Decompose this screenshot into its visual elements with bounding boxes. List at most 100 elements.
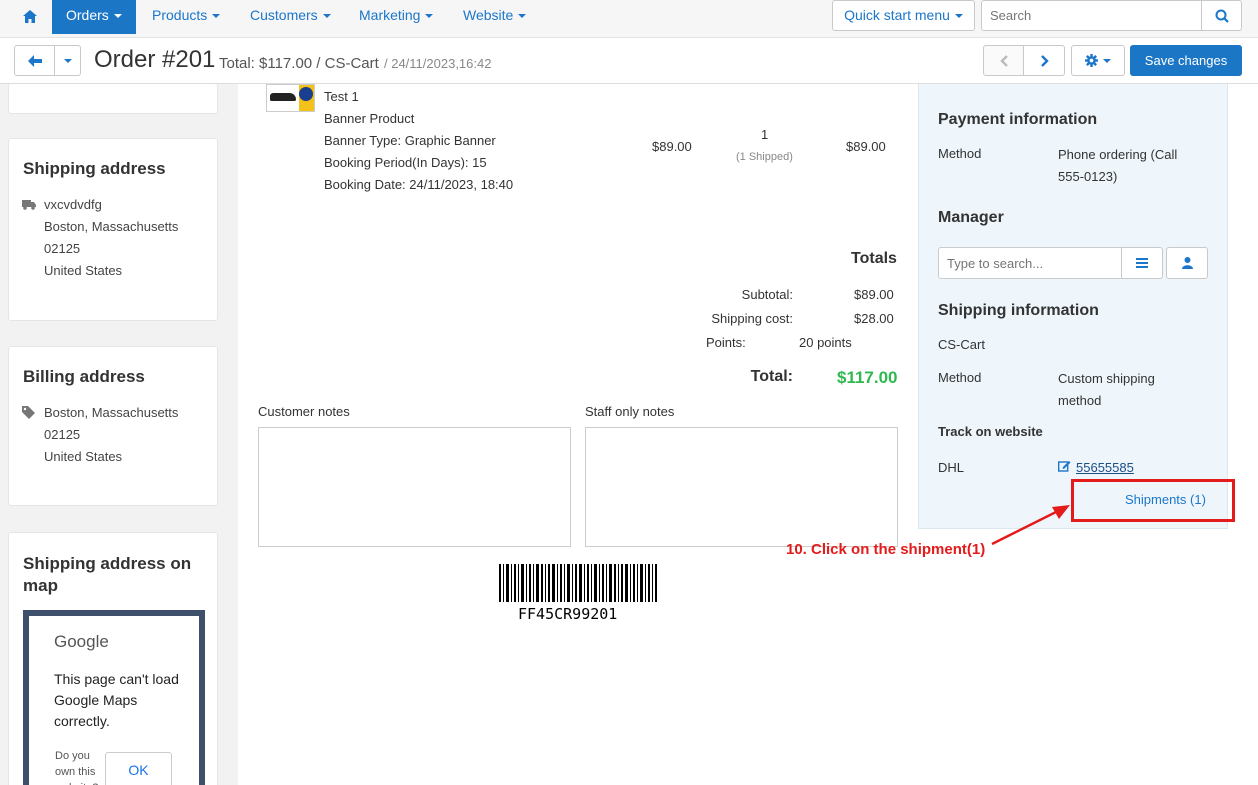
chevron-down-icon bbox=[954, 14, 963, 19]
user-icon bbox=[1182, 257, 1193, 269]
product-booking-date: Booking Date: 24/11/2023, 18:40 bbox=[324, 177, 514, 192]
save-changes-button[interactable]: Save changes bbox=[1130, 45, 1242, 76]
next-order-button[interactable] bbox=[1023, 45, 1065, 76]
product-price: $89.00 bbox=[652, 139, 692, 154]
tracking-number-link[interactable]: 55655585 bbox=[1076, 460, 1134, 475]
google-logo: Google bbox=[54, 632, 109, 651]
search-input[interactable] bbox=[981, 0, 1203, 31]
staff-notes-textarea[interactable] bbox=[585, 427, 898, 547]
nav-marketing[interactable]: Marketing bbox=[345, 0, 447, 34]
nav-orders-label: Orders bbox=[66, 7, 109, 23]
back-dropdown-button[interactable] bbox=[54, 45, 81, 76]
top-navbar: Orders Products Customers Marketing Webs… bbox=[0, 0, 1258, 38]
manager-list-button[interactable] bbox=[1121, 247, 1163, 279]
tracking-carrier: DHL bbox=[938, 460, 965, 475]
barcode-image bbox=[499, 564, 657, 602]
nav-orders[interactable]: Orders bbox=[52, 0, 136, 34]
shipping-zip: 02125 bbox=[44, 241, 81, 256]
product-subtotal: $89.00 bbox=[846, 139, 886, 154]
manager-search-input[interactable] bbox=[938, 247, 1122, 279]
prev-order-button[interactable] bbox=[983, 45, 1024, 76]
billing-city: Boston, Massachusetts bbox=[44, 405, 179, 420]
chevron-down-icon bbox=[425, 14, 434, 19]
product-booking-period: Booking Period(In Days): 15 bbox=[324, 155, 487, 170]
shipping-info-title: Shipping information bbox=[938, 302, 1099, 319]
top-panel-fragment bbox=[8, 84, 218, 114]
chevron-down-icon bbox=[322, 14, 331, 19]
product-shipped: (1 Shipped) bbox=[736, 151, 793, 163]
map-title: Shipping address on map bbox=[23, 554, 192, 595]
quick-start-menu-button[interactable]: Quick start menu bbox=[832, 0, 975, 31]
chevron-down-icon bbox=[212, 14, 221, 19]
totals-title: Totals bbox=[851, 250, 897, 267]
billing-country: United States bbox=[44, 449, 123, 464]
annotation-text: 10. Click on the shipment(1) bbox=[786, 541, 986, 558]
shipping-method-label: Method bbox=[938, 370, 982, 385]
customer-notes-textarea[interactable] bbox=[258, 427, 571, 547]
order-total-summary: Total: $117.00 / CS-Cart bbox=[219, 55, 379, 72]
nav-products[interactable]: Products bbox=[138, 0, 234, 34]
product-banner-type: Banner Type: Graphic Banner bbox=[324, 133, 496, 148]
back-button[interactable] bbox=[14, 45, 55, 76]
settings-dropdown-button[interactable] bbox=[1071, 45, 1125, 76]
search-button[interactable] bbox=[1201, 0, 1242, 31]
search-icon bbox=[1215, 9, 1229, 23]
customer-notes-label: Customer notes bbox=[258, 404, 350, 419]
shipping-city: Boston, Massachusetts bbox=[44, 219, 179, 234]
billing-zip: 02125 bbox=[44, 427, 81, 442]
shipping-country: United States bbox=[44, 263, 123, 278]
chevron-down-icon bbox=[63, 58, 72, 63]
map-panel: Shipping address on map Google This page… bbox=[8, 532, 218, 785]
map-error-dialog: Google This page can't load Google Maps … bbox=[29, 616, 199, 785]
shipping-carrier-name: CS-Cart bbox=[938, 337, 985, 352]
payment-method-value: Phone ordering (Call 555-0123) bbox=[1058, 147, 1178, 184]
tag-icon bbox=[22, 406, 35, 419]
points-label: Points: bbox=[706, 335, 746, 350]
map-ok-button[interactable]: OK bbox=[105, 752, 172, 785]
product-type: Banner Product bbox=[324, 111, 415, 126]
nav-customers-label: Customers bbox=[250, 7, 318, 23]
points-value: 20 points bbox=[799, 335, 852, 350]
shipping-address-panel: Shipping address vxcvdvdfg Boston, Massa… bbox=[8, 138, 218, 321]
annotation-highlight-box bbox=[1071, 479, 1235, 522]
quick-start-label: Quick start menu bbox=[844, 7, 950, 23]
total-value: $117.00 bbox=[837, 368, 898, 387]
chevron-down-icon bbox=[113, 14, 122, 19]
shipping-address-title: Shipping address bbox=[23, 159, 166, 178]
map-error-message: This page can't load Google Maps correct… bbox=[54, 671, 179, 729]
payment-method-label: Method bbox=[938, 146, 982, 161]
total-label: Total: bbox=[750, 368, 793, 385]
billing-address-panel: Billing address Boston, Massachusetts 02… bbox=[8, 346, 218, 506]
shipping-method-value: Custom shipping method bbox=[1058, 371, 1155, 408]
truck-icon bbox=[22, 200, 36, 210]
nav-marketing-label: Marketing bbox=[359, 7, 421, 23]
product-quantity: 1 bbox=[761, 127, 769, 142]
nav-website[interactable]: Website bbox=[449, 0, 540, 34]
payment-info-title: Payment information bbox=[938, 111, 1098, 128]
subtotal-value: $89.00 bbox=[854, 287, 894, 302]
product-thumbnail bbox=[266, 84, 315, 112]
edit-icon[interactable] bbox=[1058, 460, 1071, 472]
chevron-right-icon bbox=[1041, 55, 1049, 67]
arrow-left-icon bbox=[28, 55, 42, 67]
chevron-left-icon bbox=[1000, 55, 1008, 67]
manager-user-button[interactable] bbox=[1166, 247, 1208, 279]
subtotal-label: Subtotal: bbox=[741, 287, 793, 302]
home-icon-button[interactable] bbox=[8, 0, 52, 34]
track-on-website-title: Track on website bbox=[938, 424, 1043, 439]
page-title: Order #201 bbox=[94, 46, 216, 73]
product-name: Test 1 bbox=[324, 89, 359, 104]
annotation-arrow-icon bbox=[991, 505, 1070, 546]
nav-customers[interactable]: Customers bbox=[236, 0, 345, 34]
shipping-cost-value: $28.00 bbox=[854, 311, 894, 326]
order-header: Order #201 Total: $117.00 / CS-Cart / 24… bbox=[0, 38, 1258, 84]
billing-address-title: Billing address bbox=[23, 367, 145, 386]
barcode-text: FF45CR99201 bbox=[518, 605, 618, 623]
manager-title: Manager bbox=[938, 209, 1004, 226]
chevron-down-icon bbox=[518, 14, 527, 19]
shipping-cost-label: Shipping cost: bbox=[711, 311, 793, 326]
nav-website-label: Website bbox=[463, 7, 514, 23]
list-icon bbox=[1136, 258, 1148, 268]
map-frame: Google This page can't load Google Maps … bbox=[23, 610, 205, 785]
staff-notes-label: Staff only notes bbox=[585, 404, 675, 419]
